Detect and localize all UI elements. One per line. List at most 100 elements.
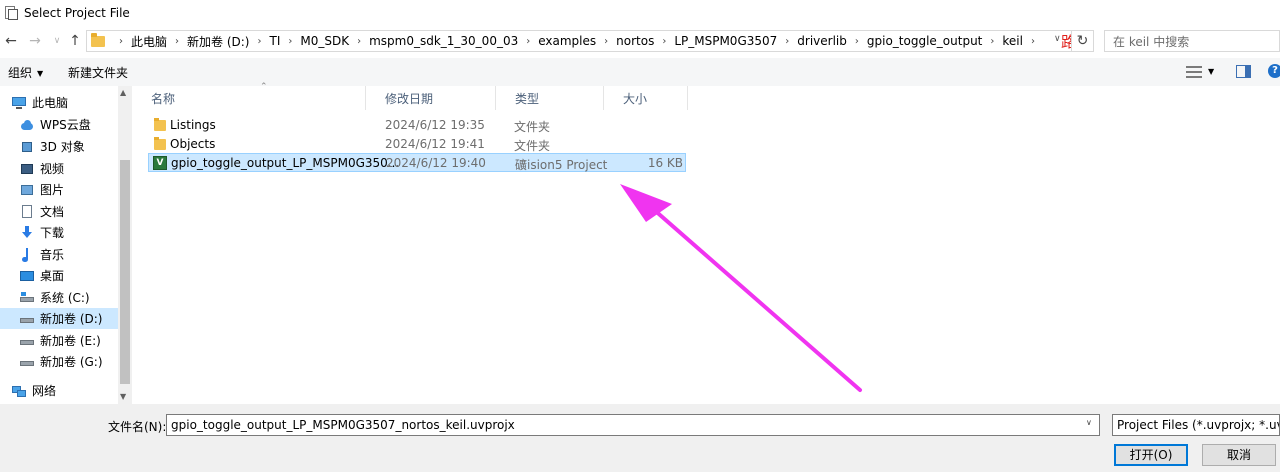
breadcrumb-item[interactable]: examples — [538, 34, 596, 48]
refresh-button[interactable]: ↻ — [1072, 30, 1094, 52]
help-icon[interactable]: ? — [1268, 64, 1280, 78]
nav-item-label: 视频 — [40, 162, 65, 176]
cube-icon — [20, 140, 34, 154]
nav-item[interactable]: 桌面 — [0, 265, 118, 286]
breadcrumb-item[interactable]: 此电脑 — [131, 33, 167, 50]
up-icon[interactable]: ↑ — [66, 32, 84, 50]
nav-item[interactable]: 音乐 — [0, 244, 118, 265]
breadcrumb-item[interactable]: keil — [1002, 34, 1023, 48]
file-type: 礦ision5 Project — [515, 158, 608, 172]
breadcrumb-separator-icon[interactable]: › — [855, 36, 859, 47]
nav-item[interactable]: 视频 — [0, 158, 118, 179]
breadcrumb-item[interactable]: 新加卷 (D:) — [187, 33, 249, 50]
breadcrumb-item[interactable]: M0_SDK — [300, 34, 349, 48]
nav-item[interactable]: 新加卷 (E:) — [0, 330, 118, 351]
breadcrumb-item[interactable]: driverlib — [797, 34, 847, 48]
breadcrumb-separator-icon[interactable]: › — [357, 36, 361, 47]
window-title: Select Project File — [24, 6, 130, 20]
drive-icon — [20, 312, 34, 326]
sort-ascending-icon: ⌃ — [260, 82, 268, 92]
nav-item[interactable]: 文档 — [0, 201, 118, 222]
breadcrumb-separator-icon[interactable]: › — [175, 36, 179, 47]
breadcrumb-item[interactable]: TI — [269, 34, 280, 48]
breadcrumb-item[interactable]: gpio_toggle_output — [867, 34, 983, 48]
breadcrumb-separator-icon[interactable]: › — [526, 36, 530, 47]
breadcrumb-separator-icon[interactable]: › — [1031, 36, 1035, 47]
scroll-up-icon[interactable]: ▲ — [120, 88, 126, 97]
nav-item-label: WPS云盘 — [40, 118, 91, 132]
breadcrumb-separator-icon[interactable]: › — [662, 36, 666, 47]
folder-row[interactable]: Objects 2024/6/12 19:41 文件夹 — [148, 135, 686, 154]
file-date: 2024/6/12 19:40 — [386, 156, 486, 170]
nav-item-label: 新加卷 (G:) — [40, 355, 103, 369]
back-icon[interactable]: ← — [2, 32, 20, 50]
search-input[interactable]: 在 keil 中搜索 — [1104, 30, 1280, 52]
nav-item[interactable]: 此电脑 — [0, 92, 118, 113]
nav-item-label: 文档 — [40, 205, 65, 219]
breadcrumb-separator-icon[interactable]: › — [604, 36, 608, 47]
navigation-pane: 此电脑 WPS云盘 3D 对象视频图片文档下载音乐桌面系统 (C:) 新加卷 (D:)… — [0, 86, 132, 404]
file-name: Objects — [170, 137, 216, 151]
scroll-down-icon[interactable]: ▼ — [120, 392, 126, 401]
file-type: 文件夹 — [514, 120, 551, 134]
breadcrumb-separator-icon[interactable]: › — [288, 36, 292, 47]
nav-item-label: 下载 — [40, 226, 65, 240]
video-icon — [20, 162, 34, 176]
nav-item[interactable]: 3D 对象 — [0, 136, 118, 157]
file-date: 2024/6/12 19:35 — [385, 118, 485, 132]
filename-dropdown-icon[interactable]: ∨ — [1086, 418, 1092, 427]
breadcrumb-item[interactable]: LP_MSPM0G3507 — [674, 34, 777, 48]
nav-item[interactable]: 下载 — [0, 222, 118, 243]
address-bar[interactable]: › 此电脑 › 新加卷 (D:) › TI › M0_SDK › mspm0_sdk_1_30_0… — [86, 30, 1072, 52]
column-header-type[interactable]: 类型 — [496, 86, 604, 110]
nav-item-label: 桌面 — [40, 269, 65, 283]
drive-icon — [20, 334, 34, 348]
recent-locations-dropdown-icon[interactable]: ∨ — [48, 32, 66, 50]
file-type: 文件夹 — [514, 139, 551, 153]
file-list: 名称 ⌃ 修改日期 类型 大小 Listings 2024/6/12 19:35 文… — [132, 82, 1280, 404]
music-icon — [20, 247, 34, 262]
scrollbar-thumb[interactable] — [120, 160, 130, 384]
title-bar: Select Project File — [0, 0, 1280, 26]
nav-item-label: 网络 — [32, 384, 57, 398]
nav-item[interactable]: 网络 — [0, 380, 118, 401]
nav-item[interactable]: 新加卷 (G:) — [0, 351, 118, 372]
breadcrumb-item[interactable]: nortos — [616, 34, 654, 48]
view-dropdown-icon[interactable]: ▼ — [1208, 67, 1214, 76]
breadcrumb-separator-icon[interactable]: › — [785, 36, 789, 47]
file-name: gpio_toggle_output_LP_MSPM0G350... — [171, 156, 400, 170]
preview-pane-icon[interactable] — [1236, 65, 1251, 78]
folder-row[interactable]: Listings 2024/6/12 19:35 文件夹 — [148, 116, 686, 135]
nav-item[interactable]: 新加卷 (D:) — [0, 308, 118, 329]
column-size-label: 大小 — [623, 91, 648, 106]
picture-icon — [20, 183, 34, 197]
computer-icon — [12, 96, 26, 110]
nav-item-label: 此电脑 — [32, 96, 69, 110]
view-options-icon[interactable] — [1186, 66, 1202, 78]
cancel-button[interactable]: 取消 — [1202, 444, 1276, 466]
cloud-icon — [20, 118, 34, 132]
breadcrumb-separator-icon[interactable]: › — [257, 36, 261, 47]
organize-button[interactable]: 组织 ▼ — [8, 64, 43, 81]
nav-item[interactable]: 图片 — [0, 179, 118, 200]
forward-icon[interactable]: → — [26, 32, 44, 50]
open-button[interactable]: 打开(O) — [1114, 444, 1188, 466]
download-icon — [20, 225, 34, 240]
column-header-date[interactable]: 修改日期 — [366, 86, 496, 110]
nav-item[interactable]: WPS云盘 — [0, 114, 118, 135]
column-header-size[interactable]: 大小 — [604, 86, 688, 110]
footer-panel: 文件名(N): gpio_toggle_output_LP_MSPM0G3507… — [0, 404, 1280, 472]
new-folder-button[interactable]: 新建文件夹 — [68, 64, 128, 81]
file-size: 16 KB — [647, 156, 683, 170]
nav-item[interactable]: 系统 (C:) — [0, 287, 118, 308]
breadcrumb-separator-icon[interactable]: › — [119, 36, 123, 47]
address-dropdown-icon[interactable]: ∨ — [1054, 34, 1068, 44]
desktop-icon — [20, 269, 34, 283]
breadcrumb-separator-icon[interactable]: › — [990, 36, 994, 47]
filename-input[interactable]: gpio_toggle_output_LP_MSPM0G3507_nortos_… — [166, 414, 1100, 436]
nav-scrollbar[interactable]: ▲ ▼ — [118, 86, 132, 404]
file-row[interactable]: Vgpio_toggle_output_LP_MSPM0G350... 2024/… — [148, 153, 686, 172]
breadcrumb-item[interactable]: mspm0_sdk_1_30_00_03 — [369, 34, 518, 48]
column-header-name[interactable]: 名称 ⌃ — [132, 82, 366, 110]
filetype-select[interactable]: Project Files (*.uvprojx; *.uvproj) — [1112, 414, 1280, 436]
